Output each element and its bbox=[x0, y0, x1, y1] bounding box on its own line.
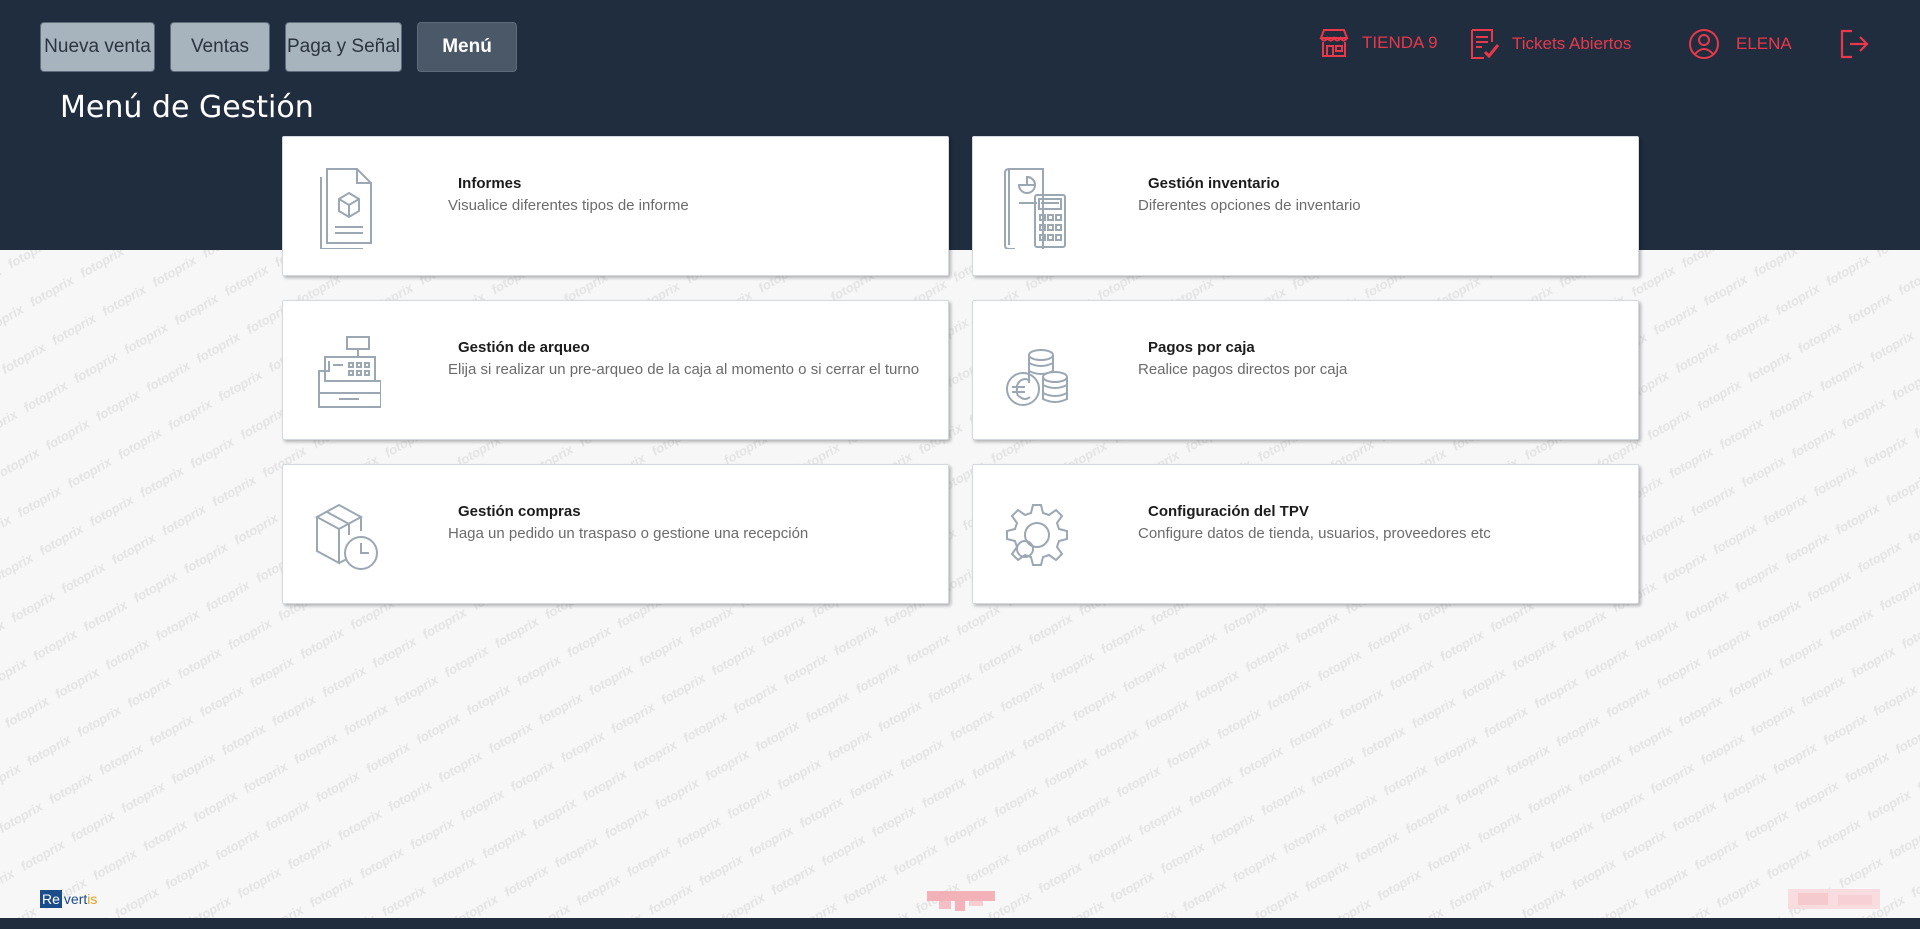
user-name: ELENA bbox=[1736, 34, 1792, 53]
card-pagos-caja[interactable]: Pagos por caja Realice pagos directos po… bbox=[972, 300, 1639, 440]
card-title: Informes bbox=[458, 175, 522, 192]
card-configuracion-tpv[interactable]: Configuración del TPV Configure datos de… bbox=[972, 464, 1639, 604]
blurred-image-center bbox=[927, 891, 995, 911]
inventory-calculator-icon bbox=[1004, 168, 1066, 249]
store-selector[interactable]: TIENDA 9 bbox=[1318, 28, 1438, 58]
card-description: Elija si realizar un pre-arqueo de la ca… bbox=[448, 361, 920, 378]
card-title: Gestión inventario bbox=[1148, 175, 1280, 192]
card-description: Haga un pedido un traspaso o gestione un… bbox=[448, 525, 809, 542]
user-menu[interactable]: ELENA bbox=[1688, 28, 1792, 60]
card-description: Configure datos de tienda, usuarios, pro… bbox=[1138, 525, 1491, 542]
card-gestion-inventario[interactable]: Gestión inventario Diferentes opciones d… bbox=[972, 136, 1639, 276]
card-informes[interactable]: Informes Visualice diferentes tipos de i… bbox=[282, 136, 949, 276]
cash-register-icon bbox=[318, 336, 381, 408]
open-tickets-link[interactable]: Tickets Abiertos bbox=[1468, 28, 1631, 60]
card-title: Gestión de arqueo bbox=[458, 339, 590, 356]
revertis-logo: Re vert is bbox=[40, 890, 97, 908]
logo-part-re: Re bbox=[40, 890, 62, 908]
euro-coins-icon bbox=[1006, 349, 1068, 406]
card-gestion-compras[interactable]: Gestión compras Haga un pedido un traspa… bbox=[282, 464, 949, 604]
tickets-icon bbox=[1471, 29, 1500, 59]
logo-part-vert: vert bbox=[63, 891, 88, 907]
store-icon bbox=[1319, 29, 1349, 57]
logout-icon bbox=[1840, 29, 1869, 59]
card-title: Gestión compras bbox=[458, 503, 581, 520]
blurred-image-right bbox=[1788, 889, 1880, 909]
logo-part-is: is bbox=[87, 891, 98, 907]
card-gestion-arqueo[interactable]: Gestión de arqueo Elija si realizar un p… bbox=[282, 300, 949, 440]
card-description: Visualice diferentes tipos de informe bbox=[448, 197, 689, 214]
card-description: Diferentes opciones de inventario bbox=[1138, 197, 1361, 214]
logout-button[interactable] bbox=[1838, 28, 1870, 60]
report-document-icon bbox=[320, 168, 372, 249]
page-title: Menú de Gestión bbox=[60, 90, 314, 125]
card-title: Configuración del TPV bbox=[1148, 503, 1309, 520]
tickets-label: Tickets Abiertos bbox=[1512, 34, 1632, 53]
store-name: TIENDA 9 bbox=[1362, 33, 1438, 52]
user-icon bbox=[1689, 29, 1719, 59]
card-title: Pagos por caja bbox=[1148, 339, 1255, 356]
bottom-bar bbox=[0, 918, 1920, 929]
header-right: TIENDA 9 Tickets Abiertos ELENA bbox=[0, 28, 1920, 68]
box-clock-icon bbox=[314, 503, 378, 570]
card-description: Realice pagos directos por caja bbox=[1138, 361, 1348, 378]
gear-icon bbox=[1006, 504, 1068, 566]
